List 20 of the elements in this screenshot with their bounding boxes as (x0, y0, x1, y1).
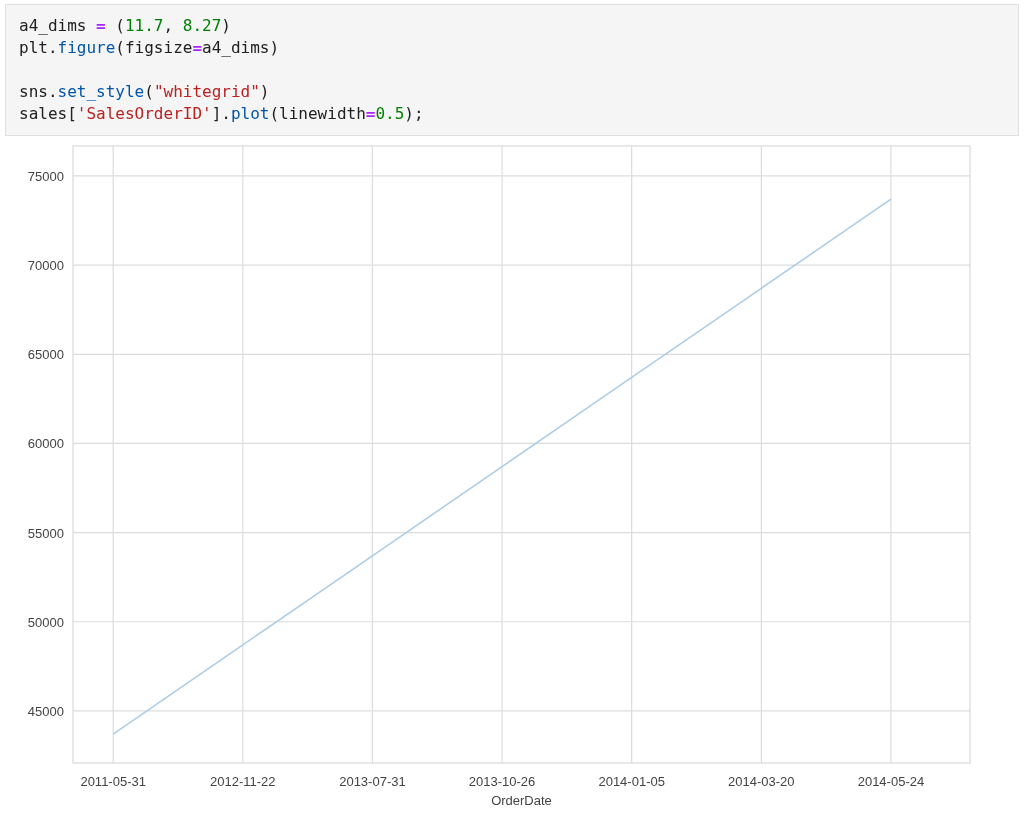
x-tick-label: 2014-05-24 (857, 774, 925, 789)
code-line: plt.figure(figsize=a4_dims) (19, 37, 280, 59)
x-tick-label: 2013-07-31 (339, 774, 406, 789)
x-tick-label: 2012-11-22 (210, 774, 276, 789)
x-tick-label: 2013-10-26 (468, 774, 536, 789)
y-tick-label: 55000 (27, 525, 64, 541)
code-line: sns.set_style("whitegrid") (19, 81, 270, 103)
code-line: a4_dims = (11.7, 8.27) (19, 15, 231, 37)
y-tick-label: 45000 (27, 703, 64, 719)
x-axis-label: OrderDate (491, 793, 552, 808)
code-cell[interactable]: a4_dims = (11.7, 8.27) plt.figure(figsize=a4_dims) sns.set_style("whitegrid") sales['SalesOrderID'].plot(linewidth=0.5); (5, 4, 1019, 136)
x-tick-label: 2011-05-31 (80, 774, 146, 789)
y-tick-label: 65000 (27, 347, 64, 363)
x-tick-label: 2014-01-05 (598, 774, 665, 789)
y-tick-label: 70000 (27, 258, 64, 274)
y-tick-label: 50000 (27, 614, 64, 630)
x-tick-label: 2014-03-20 (728, 774, 795, 789)
code-line: sales['SalesOrderID'].plot(linewidth=0.5); (19, 103, 424, 125)
y-tick-label: 60000 (27, 436, 64, 452)
y-tick-label: 75000 (27, 168, 64, 184)
